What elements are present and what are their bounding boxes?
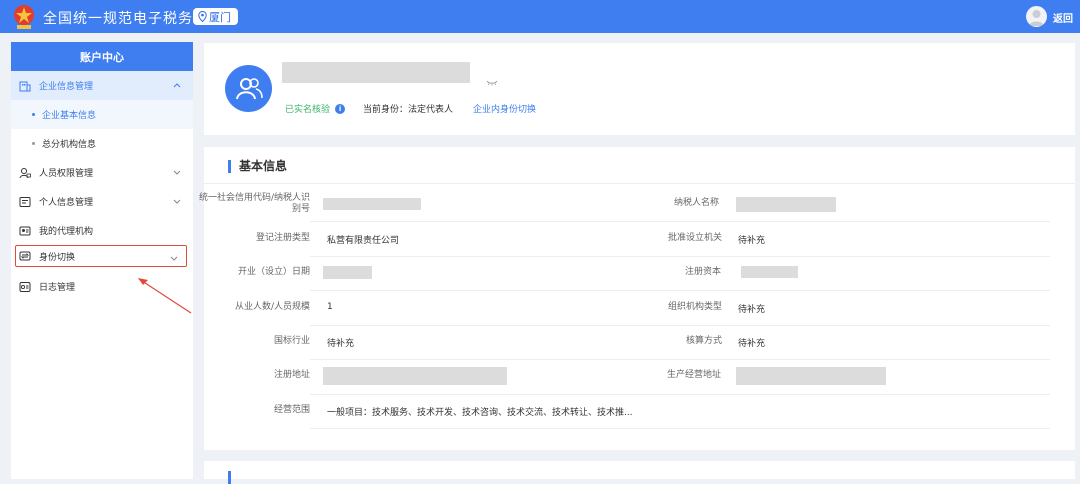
business-address-redacted [736, 367, 886, 385]
open-date-redacted [323, 266, 372, 279]
sidebar-item-label: 我的代理机构 [39, 227, 94, 237]
field-value: 待补充 [738, 305, 766, 315]
divider [310, 428, 1050, 429]
current-identity: 当前身份：法定代表人 [363, 105, 454, 115]
field-label: 核算方式 [685, 336, 722, 346]
field-label: 注册地址 [273, 370, 310, 380]
chevron-up-icon [173, 81, 181, 91]
field-value: 待补充 [327, 339, 355, 349]
sidebar-title: 账户中心 [11, 42, 193, 71]
building-icon [19, 80, 31, 92]
enterprise-name-redacted [282, 62, 470, 83]
field-value: 待补充 [738, 236, 766, 246]
field-value: 一般项目：技术服务、技术开发、技术咨询、技术交流、技术转让、技术推... [327, 408, 633, 418]
switch-icon [19, 250, 31, 262]
section-title: 基本信息 [228, 160, 287, 173]
basic-info-card: 基本信息 统一社会信用代码/纳税人识别号 纳税人名称 登记注册类型 私营有限责任… [199, 147, 1075, 450]
agency-icon [19, 225, 31, 237]
info-icon[interactable]: i [335, 103, 346, 114]
sidebar-subitem-basic-info[interactable]: 企业基本信息 [11, 100, 193, 129]
sidebar-item-label: 人员权限管理 [39, 169, 94, 179]
verified-label: 已实名核验 [285, 105, 331, 115]
field-label: 国标行业 [273, 336, 310, 346]
profile-card: 已实名核验 i 当前身份：法定代表人 企业内身份切换 [204, 43, 1075, 135]
sidebar-item-label: 日志管理 [39, 283, 76, 293]
verified-status: 已实名核验 i [285, 102, 346, 115]
sidebar-subitem-branch-info[interactable]: 总分机构信息 [11, 129, 193, 158]
field-label: 纳税人名称 [673, 198, 719, 208]
field-label: 从业人数/人员规模 [234, 302, 310, 312]
field-label: 开业（设立）日期 [237, 267, 310, 277]
chevron-down-icon [173, 197, 181, 207]
field-label: 组织机构类型 [667, 302, 722, 312]
field-value: 1 [327, 302, 333, 312]
field-label: 登记注册类型 [255, 233, 310, 243]
sidebar-item-personal-info[interactable]: 个人信息管理 [11, 187, 193, 216]
divider [204, 183, 1075, 184]
field-value: 私营有限责任公司 [327, 236, 400, 246]
eye-closed-icon[interactable] [486, 71, 498, 90]
field-label: 生产经营地址 [666, 370, 721, 380]
sidebar-item-label: 企业基本信息 [42, 111, 97, 121]
divider [310, 290, 1050, 291]
sidebar: 账户中心 企业信息管理 企业基本信息 总分机构信息 人员权限管理 个人信息管理 [11, 42, 193, 479]
sidebar-item-label: 身份切换 [39, 252, 76, 263]
sidebar-item-identity-switch[interactable]: 身份切换 [15, 245, 187, 267]
user-lock-icon [19, 167, 31, 179]
enterprise-avatar [225, 65, 272, 112]
back-link[interactable]: 返回 [1053, 10, 1073, 25]
section-title [228, 471, 299, 484]
tax-emblem-icon [12, 4, 36, 30]
annotation-arrow-icon [135, 270, 195, 319]
sidebar-item-label: 总分机构信息 [42, 140, 97, 150]
next-section-card [204, 461, 1075, 484]
location-pin-icon [198, 11, 207, 22]
divider [310, 221, 1050, 222]
chevron-down-icon [170, 254, 178, 264]
credit-code-redacted [323, 198, 421, 210]
sidebar-item-label: 个人信息管理 [39, 198, 94, 208]
capital-redacted [741, 266, 798, 278]
taxpayer-name-redacted [736, 197, 836, 212]
city-selector[interactable]: 厦门 [193, 8, 238, 25]
user-avatar[interactable] [1026, 6, 1047, 27]
divider [310, 359, 1050, 360]
field-value: 待补充 [738, 339, 766, 349]
top-header: 全国统一规范电子税务局 厦门 返回 [0, 0, 1080, 33]
sidebar-item-agency[interactable]: 我的代理机构 [11, 216, 193, 245]
app-title: 全国统一规范电子税务局 [43, 11, 208, 27]
field-label: 批准设立机关 [667, 233, 722, 243]
field-label: 经营范围 [273, 405, 310, 415]
divider [310, 256, 1050, 257]
bullet-icon [32, 113, 35, 116]
sidebar-item-label: 企业信息管理 [39, 82, 94, 92]
log-icon [19, 281, 31, 293]
profile-card-icon [19, 196, 31, 208]
registered-address-redacted [323, 367, 507, 385]
identity-switch-link[interactable]: 企业内身份切换 [473, 102, 536, 115]
city-label: 厦门 [209, 10, 231, 24]
sidebar-item-enterprise-info[interactable]: 企业信息管理 [11, 71, 193, 100]
divider [310, 394, 1050, 395]
divider [310, 325, 1050, 326]
bullet-icon [32, 142, 35, 145]
field-label: 注册资本 [684, 267, 721, 277]
sidebar-item-permissions[interactable]: 人员权限管理 [11, 158, 193, 187]
chevron-down-icon [173, 168, 181, 178]
field-label: 统一社会信用代码/纳税人识别号 [198, 193, 310, 214]
